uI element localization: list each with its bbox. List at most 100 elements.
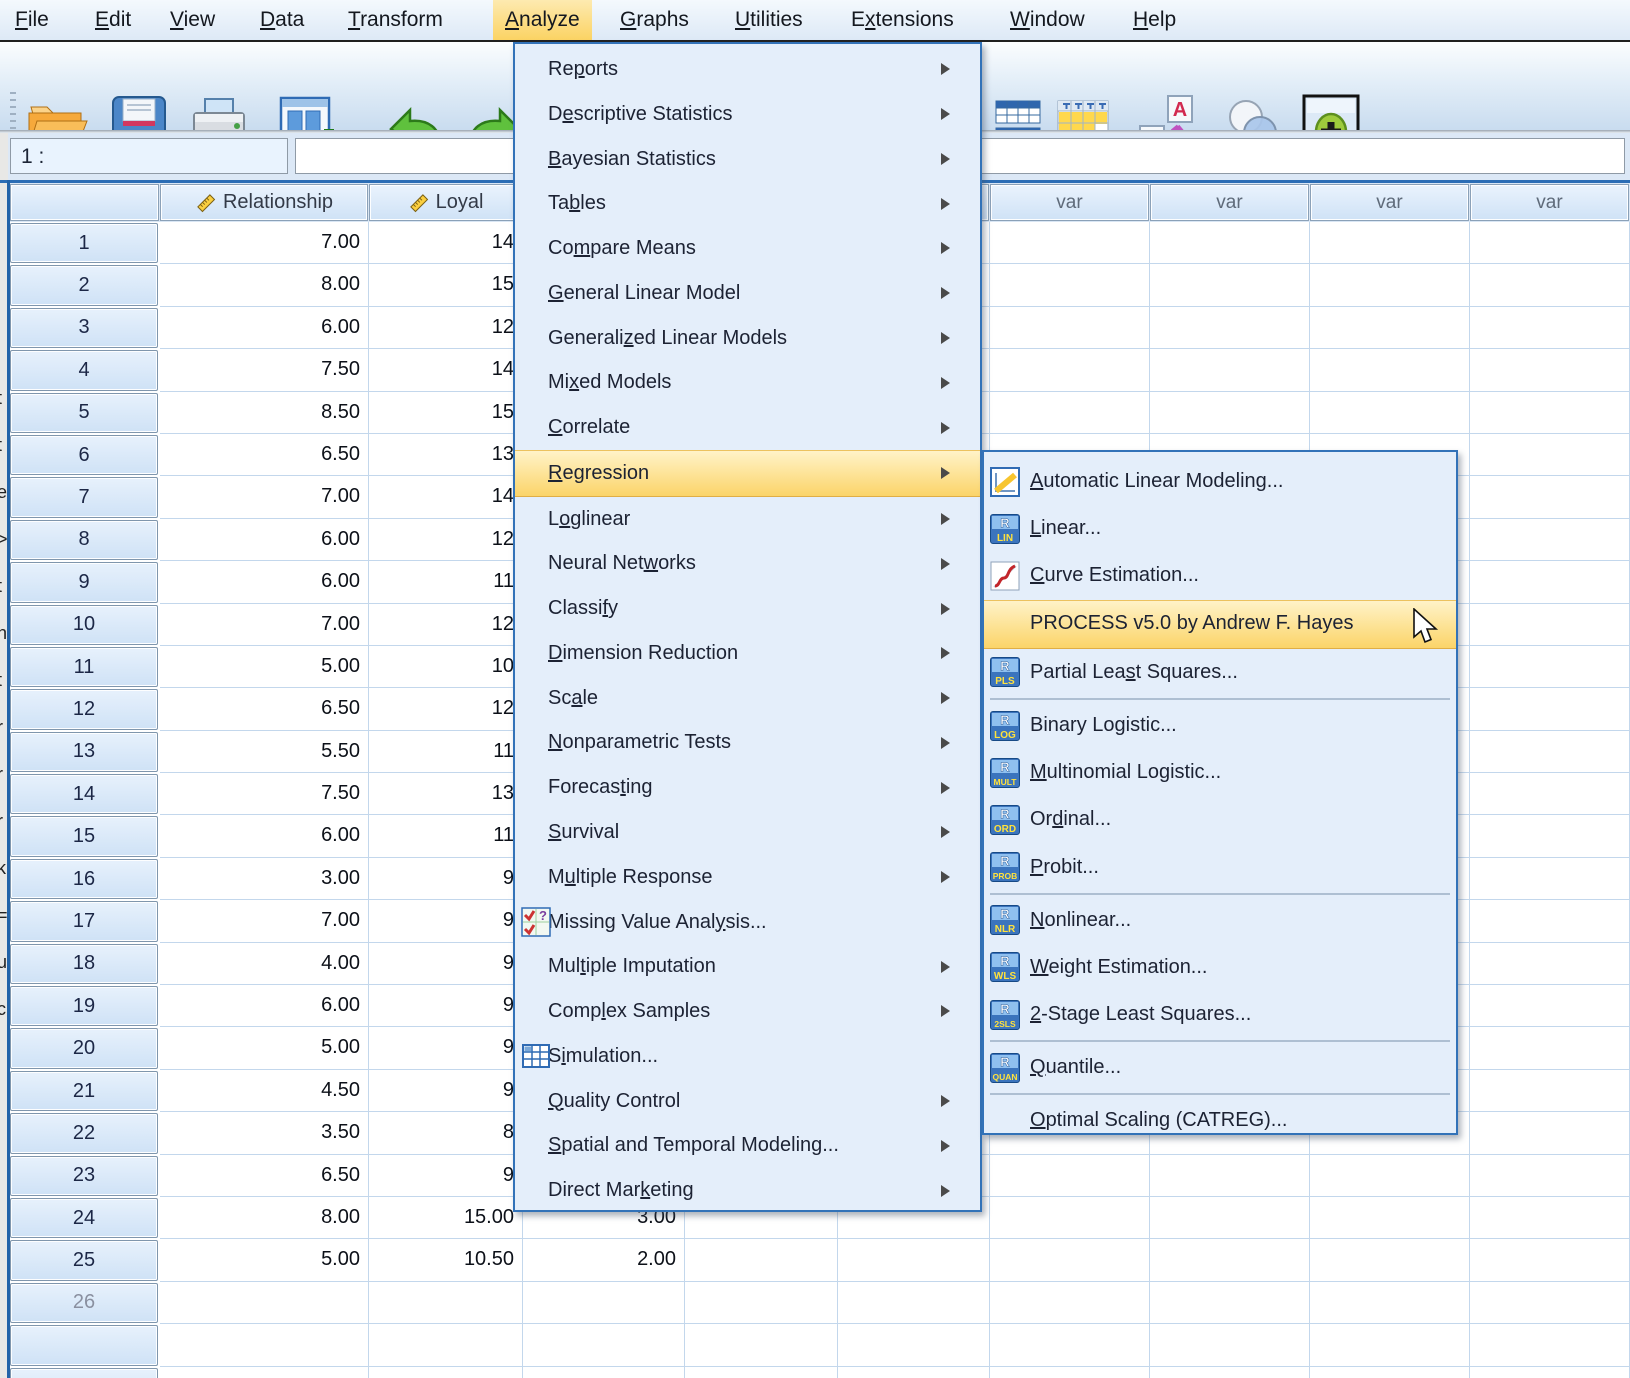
data-cell[interactable]: [523, 1282, 685, 1324]
row-header-10[interactable]: 10: [10, 605, 158, 645]
analyze-menu-item-regression[interactable]: Regression: [515, 450, 980, 497]
data-cell[interactable]: [1470, 561, 1630, 603]
row-header-25[interactable]: 25: [10, 1240, 158, 1280]
column-header-var[interactable]: var: [990, 184, 1149, 221]
menubar-item-extensions[interactable]: Extensions: [839, 0, 966, 40]
regression-submenu-item-optimal-scaling-catreg[interactable]: Optimal Scaling (CATREG)...: [984, 1097, 1456, 1144]
row-header-5[interactable]: 5: [10, 393, 158, 433]
data-cell[interactable]: 2.00: [523, 1239, 685, 1281]
data-cell[interactable]: 8: [369, 1112, 523, 1154]
data-cell[interactable]: [1470, 264, 1630, 306]
data-cell[interactable]: [838, 1367, 990, 1378]
menubar-item-transform[interactable]: Transform: [336, 0, 455, 40]
data-cell[interactable]: [160, 1282, 369, 1324]
data-cell[interactable]: 7.00: [160, 604, 369, 646]
analyze-menu-item-spatial-and-temporal-modeling[interactable]: Spatial and Temporal Modeling...: [515, 1123, 980, 1168]
analyze-menu-item-quality-control[interactable]: Quality Control: [515, 1079, 980, 1124]
data-cell[interactable]: [838, 1239, 990, 1281]
row-header-13[interactable]: 13: [10, 732, 158, 772]
data-cell[interactable]: 15.00: [369, 1197, 523, 1239]
regression-submenu-item-multinomial-logistic[interactable]: R MULT Multinomial Logistic...: [984, 749, 1456, 796]
analyze-menu-item-nonparametric-tests[interactable]: Nonparametric Tests: [515, 720, 980, 765]
data-cell[interactable]: [1470, 773, 1630, 815]
row-header-6[interactable]: 6: [10, 435, 158, 475]
data-cell[interactable]: [1150, 392, 1310, 434]
analyze-menu-item-descriptive-statistics[interactable]: Descriptive Statistics: [515, 92, 980, 137]
data-cell[interactable]: [990, 264, 1150, 306]
data-cell[interactable]: [990, 1367, 1150, 1378]
data-cell[interactable]: [990, 1324, 1150, 1366]
data-cell[interactable]: [990, 392, 1150, 434]
data-cell[interactable]: [1310, 222, 1470, 264]
data-cell[interactable]: 13: [369, 773, 523, 815]
data-cell[interactable]: 5.00: [160, 1027, 369, 1069]
row-header-18[interactable]: 18: [10, 944, 158, 984]
data-cell[interactable]: [1470, 1282, 1630, 1324]
data-cell[interactable]: [1470, 307, 1630, 349]
regression-submenu-item-partial-least-squares[interactable]: R PLS Partial Least Squares...: [984, 649, 1456, 696]
data-cell[interactable]: 7.50: [160, 349, 369, 391]
data-cell[interactable]: 6.00: [160, 307, 369, 349]
data-cell[interactable]: 7.00: [160, 476, 369, 518]
data-cell[interactable]: [1470, 815, 1630, 857]
row-header-blank[interactable]: [10, 1325, 158, 1365]
data-cell[interactable]: 12: [369, 307, 523, 349]
row-header-1[interactable]: 1: [10, 223, 158, 263]
row-header-20[interactable]: 20: [10, 1028, 158, 1068]
data-cell[interactable]: [1470, 1197, 1630, 1239]
menubar-item-edit[interactable]: Edit: [83, 0, 143, 40]
data-cell[interactable]: [685, 1367, 838, 1378]
data-cell[interactable]: 15: [369, 264, 523, 306]
analyze-menu-item-scale[interactable]: Scale: [515, 676, 980, 721]
menubar-item-data[interactable]: Data: [248, 0, 316, 40]
row-header-9[interactable]: 9: [10, 562, 158, 602]
data-cell[interactable]: 15: [369, 392, 523, 434]
data-cell[interactable]: [1470, 1367, 1630, 1378]
analyze-menu-item-complex-samples[interactable]: Complex Samples: [515, 989, 980, 1034]
grid-corner-header[interactable]: [10, 184, 159, 221]
data-cell[interactable]: 12: [369, 519, 523, 561]
data-cell[interactable]: 10: [369, 646, 523, 688]
data-cell[interactable]: [1470, 1070, 1630, 1112]
data-cell[interactable]: 8.50: [160, 392, 369, 434]
data-cell[interactable]: 11: [369, 731, 523, 773]
data-cell[interactable]: [1470, 1027, 1630, 1069]
data-cell[interactable]: [1470, 985, 1630, 1027]
data-cell[interactable]: [1470, 1324, 1630, 1366]
analyze-menu-item-tables[interactable]: Tables: [515, 181, 980, 226]
menubar-item-view[interactable]: View: [158, 0, 227, 40]
data-cell[interactable]: [1470, 349, 1630, 391]
row-header-8[interactable]: 8: [10, 520, 158, 560]
data-cell[interactable]: [990, 1155, 1150, 1197]
analyze-menu-item-compare-means[interactable]: Compare Means: [515, 226, 980, 271]
data-cell[interactable]: [369, 1324, 523, 1366]
row-header-16[interactable]: 16: [10, 859, 158, 899]
regression-submenu-item-weight-estimation[interactable]: R WLS Weight Estimation...: [984, 944, 1456, 991]
data-cell[interactable]: [1470, 858, 1630, 900]
data-cell[interactable]: [838, 1324, 990, 1366]
data-cell[interactable]: 7.50: [160, 773, 369, 815]
row-header-24[interactable]: 24: [10, 1198, 158, 1238]
regression-submenu-item-automatic-linear-modeling[interactable]: Automatic Linear Modeling...: [984, 458, 1456, 505]
data-cell[interactable]: 7.00: [160, 900, 369, 942]
column-header-var[interactable]: var: [1310, 184, 1469, 221]
row-header-22[interactable]: 22: [10, 1113, 158, 1153]
data-cell[interactable]: 9: [369, 1070, 523, 1112]
row-header-blank[interactable]: [10, 1368, 158, 1378]
data-cell[interactable]: 3.50: [160, 1112, 369, 1154]
data-cell[interactable]: [990, 307, 1150, 349]
data-cell[interactable]: [1150, 1367, 1310, 1378]
data-cell[interactable]: [990, 1239, 1150, 1281]
data-cell[interactable]: [1150, 1282, 1310, 1324]
data-cell[interactable]: 5.00: [160, 1239, 369, 1281]
data-cell[interactable]: [369, 1367, 523, 1378]
menubar-item-window[interactable]: Window: [998, 0, 1097, 40]
row-header-21[interactable]: 21: [10, 1071, 158, 1111]
analyze-menu-item-generalized-linear-models[interactable]: Generalized Linear Models: [515, 316, 980, 361]
menubar-item-utilities[interactable]: Utilities: [723, 0, 815, 40]
data-cell[interactable]: 9: [369, 1027, 523, 1069]
menubar-item-help[interactable]: Help: [1121, 0, 1188, 40]
data-cell[interactable]: [1310, 1282, 1470, 1324]
data-cell[interactable]: [685, 1239, 838, 1281]
data-cell[interactable]: [1150, 1239, 1310, 1281]
